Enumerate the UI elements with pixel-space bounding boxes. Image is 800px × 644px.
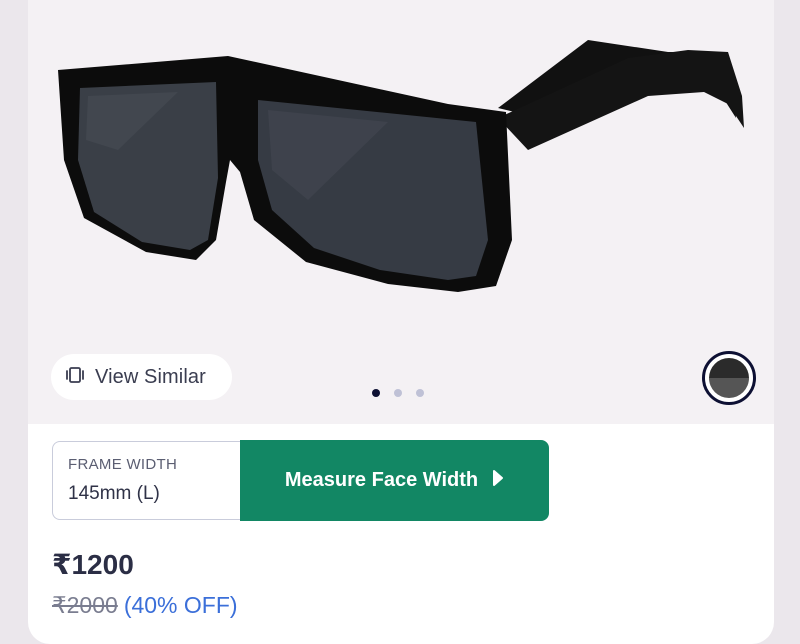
price-details: ₹2000 (40% OFF): [52, 592, 238, 619]
carousel-indicator: [372, 389, 424, 397]
frame-width-label: FRAME WIDTH: [68, 456, 178, 473]
color-swatch-icon: [709, 358, 749, 398]
play-triangle-icon: [492, 469, 504, 492]
original-price: ₹2000: [52, 592, 118, 618]
measure-face-width-button[interactable]: Measure Face Width: [240, 440, 549, 521]
measure-face-width-label: Measure Face Width: [284, 469, 479, 491]
product-card: View Similar FRAME WIDTH 145mm (L) Measu…: [28, 0, 774, 644]
discount-label: (40% OFF): [123, 592, 238, 618]
carousel-dot[interactable]: [372, 389, 380, 397]
product-image-area[interactable]: View Similar: [28, 0, 774, 424]
stacked-cards-icon: [65, 366, 85, 389]
view-similar-label: View Similar: [95, 365, 206, 388]
frame-width-value: 145mm (L): [68, 483, 160, 504]
view-similar-button[interactable]: View Similar: [51, 354, 232, 400]
color-swatch-selected[interactable]: [702, 351, 756, 405]
carousel-dot[interactable]: [394, 389, 402, 397]
frame-width-box: FRAME WIDTH 145mm (L): [52, 441, 242, 520]
current-price: ₹1200: [52, 549, 134, 580]
carousel-dot[interactable]: [416, 389, 424, 397]
